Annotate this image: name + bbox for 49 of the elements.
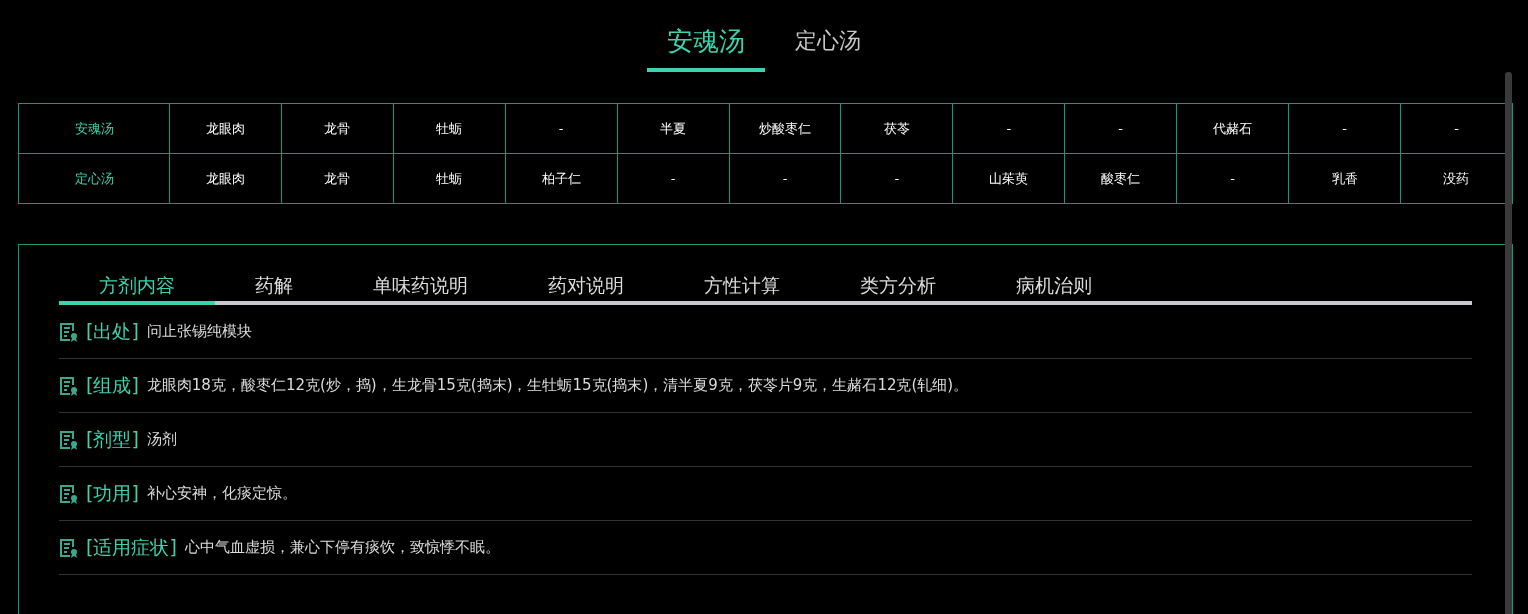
table-cell: -	[1064, 103, 1177, 154]
formula-tab[interactable]: 安魂汤	[647, 22, 765, 72]
table-cell: -	[840, 153, 953, 204]
field-value: 问止张锡纯模块	[146, 322, 252, 341]
document-icon	[59, 429, 78, 450]
scrollbar[interactable]	[1505, 72, 1512, 614]
table-cell: -	[505, 103, 618, 154]
table-cell: -	[1288, 103, 1401, 154]
detail-tab[interactable]: 方性计算	[664, 273, 820, 305]
field-label: [功用]	[86, 480, 139, 506]
table-cell: 半夏	[617, 103, 730, 154]
table-cell: 代赭石	[1176, 103, 1289, 154]
table-cell: 牡蛎	[393, 153, 506, 204]
detail-tab[interactable]: 类方分析	[820, 273, 976, 305]
field-label: [剂型]	[86, 426, 139, 452]
table-cell: -	[952, 103, 1065, 154]
table-cell: 安魂汤	[18, 103, 170, 154]
detail-tab[interactable]: 方剂内容	[59, 273, 215, 305]
formula-tab[interactable]: 定心汤	[775, 22, 881, 72]
table-cell: 龙骨	[281, 153, 394, 204]
field-label: [适用症状]	[86, 534, 177, 560]
table-cell: 酸枣仁	[1064, 153, 1177, 204]
table-cell: 牡蛎	[393, 103, 506, 154]
document-icon	[59, 375, 78, 396]
table-cell: -	[729, 153, 841, 204]
field-value: 心中气血虚损，兼心下停有痰饮，致惊悸不眠。	[184, 538, 500, 557]
field-label: [组成]	[86, 372, 139, 398]
document-icon	[59, 537, 78, 558]
table-cell: 乳香	[1288, 153, 1401, 204]
field-value: 龙眼肉18克，酸枣仁12克(炒，捣)，生龙骨15克(捣末)，生牡蛎15克(捣末)，清半夏9克，茯苓片9克，生赭石12克(轧细)。	[146, 376, 969, 395]
table-cell: 定心汤	[18, 153, 170, 204]
field-label: [出处]	[86, 318, 139, 344]
table-cell: 炒酸枣仁	[729, 103, 841, 154]
table-cell: -	[1176, 153, 1289, 204]
table-cell: 茯苓	[840, 103, 953, 154]
detail-tab[interactable]: 药解	[215, 273, 333, 305]
table-cell: 龙眼肉	[169, 103, 282, 154]
field-value: 补心安神，化痰定惊。	[146, 484, 297, 503]
table-cell: 山茱萸	[952, 153, 1065, 204]
table-cell: -	[617, 153, 730, 204]
detail-tab[interactable]: 病机治则	[976, 273, 1132, 305]
document-icon	[59, 321, 78, 342]
detail-tab[interactable]: 单味药说明	[333, 273, 508, 305]
document-icon	[59, 483, 78, 504]
table-cell: 龙眼肉	[169, 153, 282, 204]
field-value: 汤剂	[146, 430, 177, 449]
detail-tab[interactable]: 药对说明	[508, 273, 664, 305]
table-cell: 龙骨	[281, 103, 394, 154]
table-cell: 柏子仁	[505, 153, 618, 204]
